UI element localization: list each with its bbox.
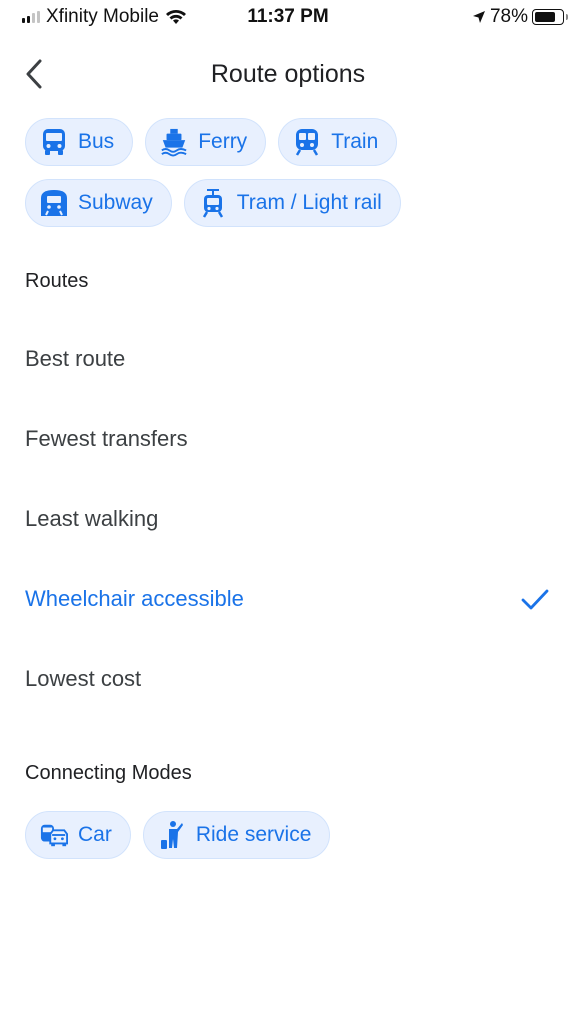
chip-train[interactable]: Train	[278, 118, 398, 166]
chip-label: Car	[78, 823, 112, 846]
chip-subway[interactable]: Subway	[25, 179, 172, 227]
location-arrow-icon	[472, 11, 485, 23]
connecting-mode-chips: Car Ride service	[25, 811, 331, 859]
routes-heading: Routes	[25, 270, 89, 292]
chip-label: Ride service	[195, 823, 312, 846]
header: Route options	[0, 50, 576, 100]
tram-icon	[199, 189, 227, 218]
chip-ride-service[interactable]: Ride service	[142, 811, 331, 859]
ferry-icon	[160, 128, 188, 157]
chip-tram[interactable]: Tram / Light rail	[183, 179, 401, 227]
battery-percent: 78%	[489, 6, 528, 27]
battery-fill	[535, 12, 556, 22]
status-bar: Xfinity Mobile 11:37 PM 78%	[0, 0, 576, 34]
transit-mode-chips-row-1: Bus Ferry Train	[25, 118, 398, 166]
bus-icon	[40, 128, 68, 156]
route-option-least-walking[interactable]: Least walking	[0, 489, 576, 549]
page-title: Route options	[210, 60, 366, 88]
chip-label: Ferry	[198, 130, 248, 153]
route-option-best-route[interactable]: Best route	[0, 329, 576, 389]
chip-bus[interactable]: Bus	[25, 118, 134, 166]
route-option-fewest-transfers[interactable]: Fewest transfers	[0, 409, 576, 469]
chip-label: Bus	[78, 130, 115, 153]
checkmark-icon	[521, 589, 549, 610]
route-option-label: Wheelchair accessible	[25, 586, 244, 611]
transit-mode-chips-row-2: Subway Tram / Light rail	[25, 179, 401, 227]
route-option-label: Lowest cost	[25, 666, 142, 691]
route-option-label: Least walking	[25, 506, 159, 531]
chip-car[interactable]: Car	[25, 811, 131, 859]
route-option-wheelchair-accessible[interactable]: Wheelchair accessible	[0, 569, 576, 629]
subway-icon	[40, 189, 68, 217]
train-icon	[293, 128, 321, 156]
chip-label: Subway	[78, 191, 153, 214]
battery-icon	[532, 9, 568, 25]
chip-ferry[interactable]: Ferry	[145, 118, 267, 166]
status-right: 78%	[472, 6, 568, 28]
chip-label: Train	[331, 130, 379, 153]
route-option-label: Best route	[25, 346, 126, 371]
route-option-label: Fewest transfers	[25, 426, 188, 451]
route-option-lowest-cost[interactable]: Lowest cost	[0, 649, 576, 709]
car-icon	[40, 821, 68, 849]
ride-service-icon	[158, 821, 186, 849]
chip-label: Tram / Light rail	[236, 191, 382, 214]
connecting-modes-heading: Connecting Modes	[25, 762, 192, 784]
